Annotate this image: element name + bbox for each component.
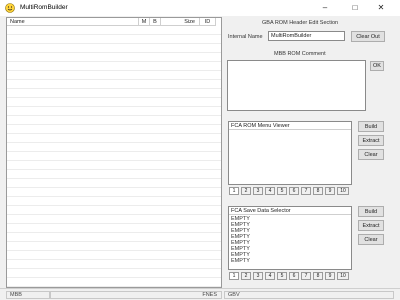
save-tab-4[interactable]: 4 [265,272,275,280]
save-tab-2[interactable]: 2 [241,272,251,280]
rom-menu-viewer[interactable]: FCA ROM Menu Viewer [228,121,352,185]
column-header-b[interactable]: B [150,18,161,26]
save-tab-1[interactable]: 1 [229,272,239,280]
save-data-selector-title: FCA Save Data Selector [229,207,351,215]
column-header-name[interactable]: Name [7,18,139,26]
maximize-button[interactable]: □ [348,2,362,14]
save-page-tabs: 1 2 3 4 5 6 7 8 9 10 [229,272,353,281]
rom-list[interactable]: Name M B Size ID [6,17,222,288]
rom-menu-tab-3[interactable]: 3 [253,187,263,195]
save-tab-10[interactable]: 10 [337,272,349,280]
rom-menu-extract-button[interactable]: Extract [358,135,384,146]
rom-menu-tab-9[interactable]: 9 [325,187,335,195]
column-header-m[interactable]: M [139,18,150,26]
rom-menu-clear-button[interactable]: Clear [358,149,384,160]
save-tab-8[interactable]: 8 [313,272,323,280]
clear-out-button[interactable]: Clear Out [351,31,385,42]
status-fnes: FNES [50,291,222,299]
rom-menu-tab-10[interactable]: 10 [337,187,349,195]
save-build-button[interactable]: Build [358,206,384,217]
save-slot[interactable]: EMPTY [231,258,250,265]
comment-ok-button[interactable]: OK [370,61,384,71]
save-tab-9[interactable]: 9 [325,272,335,280]
minimize-button[interactable]: – [318,2,332,14]
rom-menu-viewer-title: FCA ROM Menu Viewer [229,122,351,130]
save-data-selector[interactable]: FCA Save Data Selector EMPTY EMPTY EMPTY… [228,206,352,270]
save-tab-7[interactable]: 7 [301,272,311,280]
status-bar: MBB FNES GBV [0,288,400,300]
close-button[interactable]: ✕ [374,2,388,14]
rom-menu-tab-8[interactable]: 8 [313,187,323,195]
save-tab-6[interactable]: 6 [289,272,299,280]
title-bar: MultiRomBuilder – □ ✕ [0,0,400,16]
header-edit-title: GBA ROM Header Edit Section [262,20,339,26]
status-mbb: MBB [6,291,50,299]
rom-menu-tab-4[interactable]: 4 [265,187,275,195]
mbb-comment-title: MBB ROM Comment [274,51,326,57]
rom-menu-build-button[interactable]: Build [358,121,384,132]
rom-menu-tab-7[interactable]: 7 [301,187,311,195]
save-clear-button[interactable]: Clear [358,234,384,245]
rom-list-rows [7,26,221,287]
mbb-comment-textarea[interactable] [227,60,366,111]
column-header-size[interactable]: Size [161,18,200,26]
status-gbv: GBV [224,291,394,299]
rom-menu-tab-6[interactable]: 6 [289,187,299,195]
internal-name-field[interactable]: MultiRomBuilder [268,31,345,41]
save-tab-5[interactable]: 5 [277,272,287,280]
window-title: MultiRomBuilder [20,4,68,11]
rom-menu-tab-2[interactable]: 2 [241,187,251,195]
rom-menu-tab-5[interactable]: 5 [277,187,287,195]
app-smiley-icon [5,3,15,13]
save-tab-3[interactable]: 3 [253,272,263,280]
column-header-id[interactable]: ID [200,18,216,26]
internal-name-label: Internal Name [228,34,263,40]
save-extract-button[interactable]: Extract [358,220,384,231]
rom-menu-tab-1[interactable]: 1 [229,187,239,195]
rom-menu-page-tabs: 1 2 3 4 5 6 7 8 9 10 [229,187,353,196]
